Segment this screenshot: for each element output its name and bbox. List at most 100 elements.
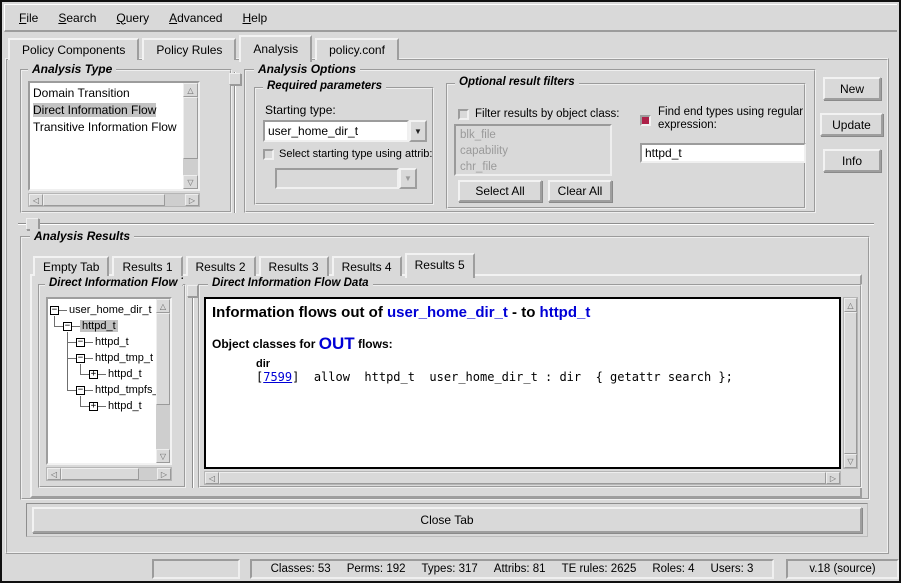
starting-type-label: Starting type: [265,103,336,117]
flow-data-textarea[interactable]: Information flows out of user_home_dir_t… [204,297,841,469]
analysis-options-title: Analysis Options [254,62,360,76]
attrib-combobox-disabled: ▼ [275,168,417,189]
tree-collapse-icon[interactable]: − [50,306,59,315]
info-button[interactable]: Info [823,149,881,172]
tree-vscrollbar[interactable]: △ ▽ [156,299,170,463]
tree-hscrollbar[interactable]: ◁ ▷ [46,467,172,481]
tab-results-5[interactable]: Results 5 [405,253,475,278]
scroll-up-icon[interactable]: △ [183,83,198,97]
tree-expand-icon[interactable]: + [89,370,98,379]
menu-file[interactable]: File [9,7,48,29]
tab-policy-components[interactable]: Policy Components [8,38,139,60]
attrib-checkbox[interactable] [263,149,274,160]
tree-expand-icon[interactable]: + [89,402,98,411]
pane-sash-handle[interactable] [229,73,241,85]
chevron-down-icon: ▼ [399,168,417,189]
stat-attribs: Attribs: 81 [494,563,546,575]
tab-results-4[interactable]: Results 4 [332,256,402,276]
flow-heading: Information flows out of user_home_dir_t… [212,304,833,321]
new-button[interactable]: New [823,77,881,100]
tree-collapse-icon[interactable]: − [76,386,85,395]
tree-data-divider [192,298,194,488]
optional-filters-title: Optional result filters [455,76,579,88]
scroll-right-icon[interactable]: ▷ [826,472,840,484]
status-empty-panel [152,559,240,579]
object-classes-line: Object classes for OUT flows: [212,334,833,354]
menu-search[interactable]: Search [48,7,106,29]
scroll-left-icon[interactable]: ◁ [205,472,219,484]
tree-node-selected[interactable]: −httpd_t [48,318,156,334]
stat-te-rules: TE rules: 2625 [562,563,637,575]
analysis-type-title: Analysis Type [28,62,116,76]
tree-collapse-icon[interactable]: − [76,338,85,347]
object-class-item: chr_file [460,159,606,175]
clear-all-button[interactable]: Clear All [548,180,612,202]
attrib-checkbox-label: Select starting type using attrib: [279,148,432,160]
analysis-results-title: Analysis Results [30,229,134,243]
tab-policy-rules[interactable]: Policy Rules [142,38,236,60]
tree-node[interactable]: +httpd_t [48,366,156,382]
analysis-type-vscrollbar[interactable]: △ ▽ [183,83,198,189]
pane-divider [234,72,236,213]
tree-collapse-icon[interactable]: − [63,322,72,331]
tree-data-sash-handle[interactable] [187,285,198,297]
tab-results-2[interactable]: Results 2 [186,256,256,276]
scroll-right-icon[interactable]: ▷ [157,468,171,480]
starting-type-combobox[interactable]: user_home_dir_t ▼ [263,120,427,142]
scroll-up-icon[interactable]: △ [844,298,857,312]
attrib-checkbox-row: Select starting type using attrib: [263,148,432,160]
results-tabs: Empty Tab Results 1 Results 2 Results 3 … [33,250,478,276]
tree-node[interactable]: −user_home_dir_t [48,302,156,318]
filter-by-class-checkbox[interactable] [458,109,469,120]
status-policy-stats: Classes: 53 Perms: 192 Types: 317 Attrib… [250,559,774,579]
tab-results-1[interactable]: Results 1 [112,256,182,276]
regex-checkbox-wrap [640,115,651,129]
tab-results-3[interactable]: Results 3 [259,256,329,276]
scroll-down-icon[interactable]: ▽ [183,175,198,189]
filter-by-class-label: Filter results by object class: [475,108,619,120]
scroll-left-icon[interactable]: ◁ [29,194,43,206]
scroll-up-icon[interactable]: △ [156,299,170,313]
regex-checkbox[interactable] [640,115,651,126]
object-class-item: capability [460,143,606,159]
tab-policy-conf[interactable]: policy.conf [315,38,399,60]
menu-advanced[interactable]: Advanced [159,7,232,29]
menu-help[interactable]: Help [232,7,277,29]
analysis-type-hscrollbar[interactable]: ◁ ▷ [28,193,200,207]
scroll-down-icon[interactable]: ▽ [156,449,170,463]
scroll-down-icon[interactable]: ▽ [844,454,857,468]
chevron-down-icon[interactable]: ▼ [409,120,427,142]
stat-types: Types: 317 [422,563,478,575]
stat-classes: Classes: 53 [271,563,331,575]
list-item[interactable]: Transitive Information Flow [30,119,183,136]
menu-query[interactable]: Query [106,7,159,29]
apol-window: File Search Query Advanced Help Policy C… [0,0,901,583]
update-button[interactable]: Update [820,113,883,136]
close-tab-button[interactable]: Close Tab [32,507,862,533]
tab-analysis[interactable]: Analysis [239,35,312,62]
object-class-listbox: blk_file capability chr_file [454,124,612,176]
tree-node[interactable]: +httpd_t [48,398,156,414]
data-hscrollbar[interactable]: ◁ ▷ [204,471,841,485]
tree-node[interactable]: −httpd_tmp_t [48,350,156,366]
list-item[interactable]: Domain Transition [30,85,183,102]
tree-node[interactable]: −httpd_t [48,334,156,350]
data-vscrollbar[interactable]: △ ▽ [843,297,858,469]
tree-collapse-icon[interactable]: − [76,354,85,363]
tree-node[interactable]: −httpd_tmpfs_ [48,382,156,398]
scroll-right-icon[interactable]: ▷ [185,194,199,206]
regex-input[interactable] [640,143,806,163]
list-item-selected[interactable]: Direct Information Flow [30,102,183,119]
object-class-item: blk_file [460,127,606,143]
status-version: v.18 (source) [786,559,899,579]
rule-line: [7599] allow httpd_t user_home_dir_t : d… [256,370,833,384]
rule-number-link[interactable]: 7599 [263,370,292,384]
tab-empty[interactable]: Empty Tab [33,256,109,276]
stat-perms: Perms: 192 [347,563,406,575]
select-all-button[interactable]: Select All [458,180,542,202]
required-parameters-title: Required parameters [263,80,386,92]
starting-type-value[interactable]: user_home_dir_t [263,120,409,142]
scroll-left-icon[interactable]: ◁ [47,468,61,480]
attrib-combobox-value [275,168,399,189]
filter-checkbox-row: Filter results by object class: [458,108,619,120]
